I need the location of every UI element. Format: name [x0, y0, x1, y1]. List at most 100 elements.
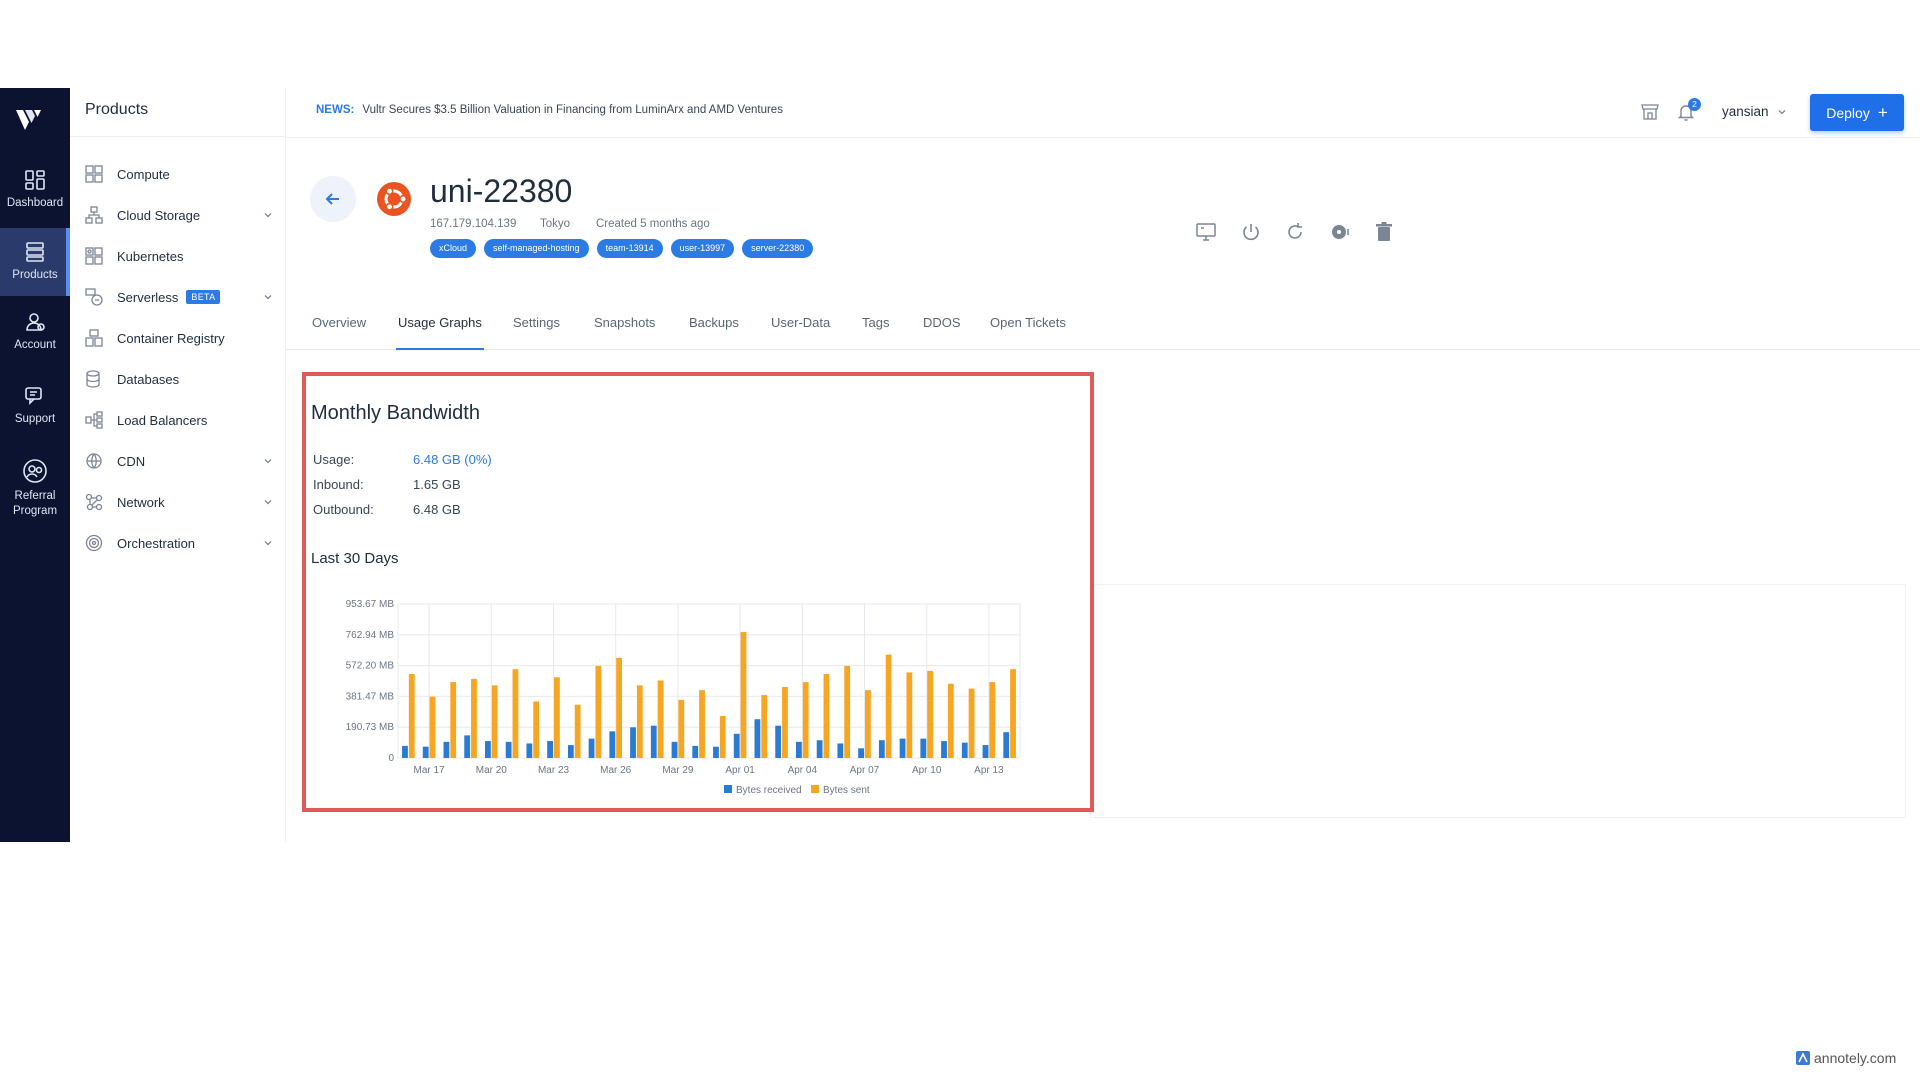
chevron-down-icon[interactable] [263, 210, 273, 220]
tab-tags[interactable]: Tags [862, 316, 889, 350]
news-text[interactable]: Vultr Secures $3.5 Billion Valuation in … [362, 104, 783, 116]
divider [70, 136, 286, 137]
vultr-logo[interactable] [13, 104, 45, 136]
server-ip[interactable]: 167.179.104.139 [430, 218, 516, 230]
nav-label: Network [117, 494, 165, 510]
legend-swatch-received [724, 785, 732, 793]
tab-open-tickets[interactable]: Open Tickets [990, 316, 1066, 350]
rail-item-products[interactable]: Products [0, 228, 70, 296]
bar-bytes-sent [533, 701, 540, 758]
chevron-down-icon[interactable] [263, 292, 273, 302]
nav-label: Load Balancers [117, 412, 208, 428]
nav-item-cdn[interactable]: CDN [85, 447, 275, 475]
tag-pill[interactable]: server-22380 [742, 239, 814, 258]
bar-bytes-received [650, 725, 657, 758]
bar-bytes-sent [616, 657, 623, 758]
tag-pill[interactable]: user-13997 [670, 239, 735, 258]
console-icon[interactable] [1195, 221, 1217, 243]
trash-icon[interactable] [1373, 221, 1395, 243]
period-title: Last 30 Days [311, 550, 399, 567]
bar-bytes-received [464, 735, 471, 758]
nav-item-network[interactable]: Network [85, 488, 275, 516]
chevron-down-icon[interactable] [263, 497, 273, 507]
nav-item-serverless[interactable]: Serverless BETA [85, 283, 275, 311]
chevron-down-icon[interactable] [263, 456, 273, 466]
tag-pill[interactable]: team-13914 [596, 239, 663, 258]
nav-item-load-balancers[interactable]: Load Balancers [85, 406, 275, 434]
user-menu[interactable]: yansian [1722, 104, 1787, 119]
bar-bytes-sent [450, 682, 457, 758]
bar-bytes-received [899, 738, 906, 758]
server-location: Tokyo [540, 218, 571, 230]
bar-bytes-received [505, 741, 512, 758]
rail-label-products: Products [12, 269, 58, 281]
kubernetes-icon [85, 247, 103, 265]
x-tick-label: Mar 26 [600, 765, 632, 776]
rail-item-referral[interactable]: Referral Program [0, 448, 70, 528]
restart-icon[interactable] [1284, 221, 1306, 243]
tab-snapshots[interactable]: Snapshots [594, 316, 655, 350]
support-icon [25, 387, 42, 405]
outbound-label: Outbound: [313, 502, 374, 517]
bar-bytes-received [775, 725, 782, 758]
bar-bytes-sent [927, 670, 934, 758]
server-name: uni-22380 [430, 173, 573, 209]
bar-bytes-sent [636, 685, 643, 758]
account-icon [26, 313, 45, 331]
legend-label-received: Bytes received [736, 785, 802, 796]
nav-item-cloud-storage[interactable]: Cloud Storage [85, 201, 275, 229]
usage-label: Usage: [313, 452, 355, 467]
bar-bytes-received [422, 746, 429, 758]
deploy-button[interactable]: Deploy + [1810, 94, 1904, 131]
rail-label-dashboard: Dashboard [6, 197, 64, 209]
chevron-down-icon[interactable] [263, 538, 273, 548]
username: yansian [1722, 104, 1769, 119]
rail-item-support[interactable]: Support [0, 372, 70, 440]
nav-item-compute[interactable]: Compute [85, 160, 275, 188]
bar-bytes-received [941, 741, 947, 758]
bar-bytes-sent [989, 682, 996, 758]
chevron-down-icon [1778, 109, 1786, 114]
rail-label-support: Support [14, 413, 56, 425]
annotely-watermark: annotely.com [1796, 1050, 1896, 1066]
notification-badge: 2 [1688, 98, 1701, 111]
usage-value[interactable]: 6.48 GB (0%) [413, 452, 492, 467]
legend-label-sent: Bytes sent [823, 785, 870, 796]
rail-item-account[interactable]: Account [0, 298, 70, 366]
y-tick-label: 572.20 MB [346, 661, 395, 672]
products-panel: Products Compute Cloud Storage Kubernete… [70, 88, 286, 842]
nav-item-container-registry[interactable]: Container Registry [85, 324, 275, 352]
back-button[interactable] [310, 176, 356, 222]
news-ticker[interactable]: NEWS: Vultr Secures $3.5 Billion Valuatio… [316, 104, 783, 116]
reinstall-icon[interactable] [1329, 221, 1351, 243]
tab-settings[interactable]: Settings [513, 316, 560, 350]
arrow-left-icon [325, 193, 339, 205]
rail-item-dashboard[interactable]: Dashboard [0, 156, 70, 224]
tag-pill[interactable]: xCloud [430, 239, 477, 258]
bar-bytes-sent [491, 685, 498, 758]
bar-bytes-sent [574, 704, 581, 758]
tab-ddos[interactable]: DDOS [923, 316, 961, 350]
store-icon[interactable] [1640, 102, 1660, 122]
tag-pill[interactable]: self-managed-hosting [484, 239, 589, 258]
tab-overview[interactable]: Overview [312, 316, 366, 350]
nav-label: CDN [117, 453, 146, 469]
nav-item-orchestration[interactable]: Orchestration [85, 529, 275, 557]
inbound-value: 1.65 GB [413, 477, 461, 492]
tab-backups[interactable]: Backups [689, 316, 739, 350]
nav-item-databases[interactable]: Databases [85, 365, 275, 393]
bar-bytes-sent [1010, 669, 1016, 758]
bar-bytes-sent [823, 674, 830, 758]
bar-bytes-received [816, 740, 823, 758]
tab-user-data[interactable]: User-Data [771, 316, 830, 350]
tab-usage-graphs[interactable]: Usage Graphs [396, 316, 484, 350]
dashboard-icon [25, 170, 45, 190]
panel-title: Products [85, 101, 149, 118]
bar-bytes-received [795, 741, 802, 758]
ubuntu-icon [377, 182, 411, 216]
bar-bytes-received [671, 741, 678, 758]
annotely-logo-icon [1796, 1051, 1810, 1065]
nav-label: Kubernetes [117, 248, 184, 264]
nav-item-kubernetes[interactable]: Kubernetes [85, 242, 275, 270]
power-icon[interactable] [1240, 221, 1262, 243]
